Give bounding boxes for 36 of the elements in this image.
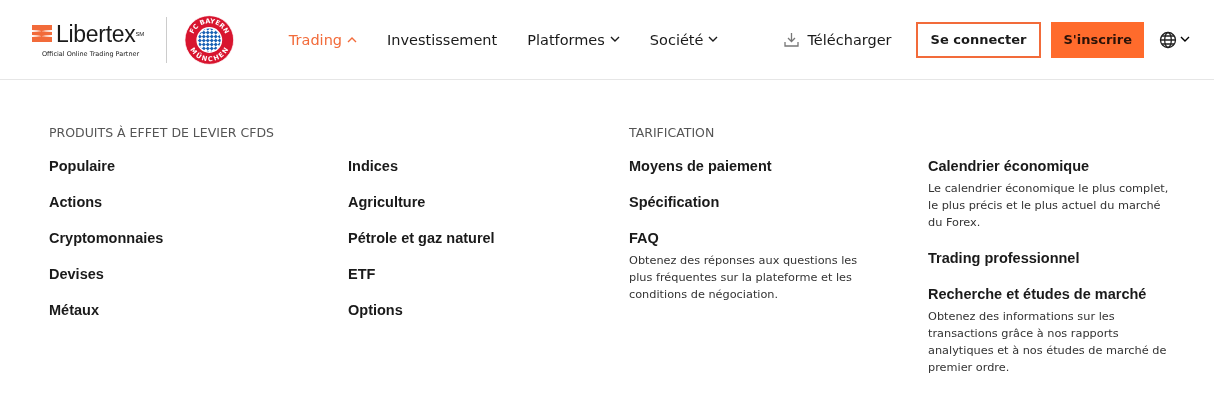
globe-icon (1159, 30, 1177, 49)
menu-link[interactable]: Agriculture (348, 194, 426, 211)
nav-item[interactable]: Platformes (527, 31, 620, 48)
menu-link[interactable]: Populaire (49, 158, 116, 175)
menu-link[interactable]: FAQ (629, 230, 659, 247)
caret-icon (609, 36, 620, 43)
signup-button[interactable]: S'inscrire (1051, 21, 1144, 58)
logo-icon (32, 25, 52, 42)
menu-link[interactable]: Options (348, 302, 403, 319)
menu-link[interactable]: Moyens de paiement (629, 158, 772, 175)
menu-link[interactable]: Spécification (629, 194, 720, 211)
menu-link[interactable]: Actions (49, 194, 103, 211)
section-heading: PRODUITS À EFFET DE LEVIER CFDS (49, 125, 274, 140)
menu-link[interactable]: ETF (348, 266, 376, 283)
caret-icon (708, 36, 719, 43)
brand-name: Libertex$^{SM}$ (56, 21, 144, 46)
download-link[interactable]: Télécharger (784, 31, 892, 48)
section-heading: TARIFICATION (629, 125, 715, 140)
language-selector[interactable] (1159, 30, 1190, 49)
download-icon (784, 32, 800, 47)
menu-link[interactable]: Indices (348, 158, 398, 175)
login-button[interactable]: Se connecter (915, 21, 1042, 58)
menu-link[interactable]: Calendrier économique (928, 158, 1090, 175)
menu-link[interactable]: Trading professionnel (928, 250, 1080, 267)
menu-link[interactable]: Cryptomonnaies (49, 230, 164, 247)
nav-item[interactable]: Société (649, 31, 719, 48)
menu-description: Obtenez des réponses aux questions les plus fréquentes sur la plateforme et les conditions de négociation. (629, 253, 859, 303)
menu-link[interactable]: Métaux (49, 302, 99, 319)
caret-icon (347, 36, 358, 43)
nav-item[interactable]: Investissement (387, 31, 498, 48)
menu-link[interactable]: Pétrole et gaz naturel (348, 230, 495, 247)
menu-link[interactable]: Recherche et études de marché (928, 286, 1147, 303)
menu-description: Obtenez des informations sur les transactions grâce à nos rapports analytiques et à nos études de marché de premier ordre. (928, 309, 1168, 376)
menu-description: Le calendrier économique le plus complet, le plus précis et le plus actuel du marché du Forex. (928, 181, 1170, 231)
caret-icon (1180, 36, 1190, 43)
menu-link[interactable]: Devises (49, 266, 104, 283)
